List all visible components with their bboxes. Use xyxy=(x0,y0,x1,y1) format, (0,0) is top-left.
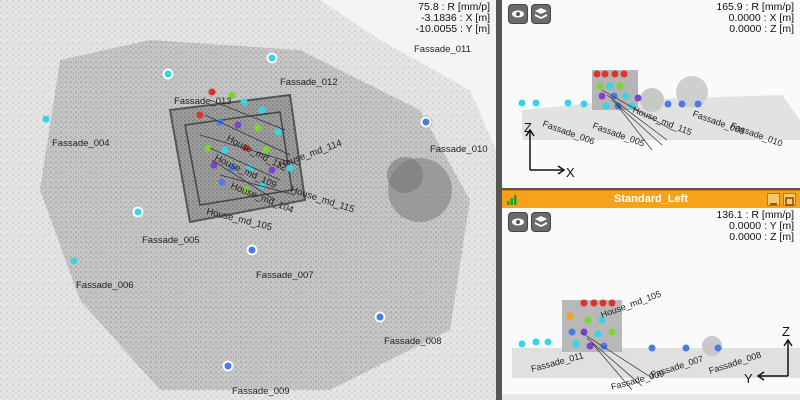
label-fassade-007: Fassade_007 xyxy=(256,270,314,281)
layers-button[interactable] xyxy=(531,212,551,232)
axis-z-label: Z xyxy=(782,324,790,339)
label-fassade-006: Fassade_006 xyxy=(76,280,134,291)
axis-y-label: Y xyxy=(744,371,753,386)
left-view-pane[interactable]: House_md_105 Fassade_011 Fassade_008 Fas… xyxy=(502,208,800,400)
top-view-pane[interactable]: Fassade_011 Fassade_012 Fassade_013 Fass… xyxy=(0,0,496,400)
front-view-readout: 165.9 : R [mm/p] 0.0000 : X [m] 0.0000 :… xyxy=(716,2,794,35)
maximize-icon xyxy=(785,197,794,206)
y-coordinate-readout: -10.0055 : Y [m] xyxy=(415,23,490,35)
maximize-button[interactable] xyxy=(783,193,796,206)
minimize-icon xyxy=(770,203,777,205)
label-fassade-009: Fassade_009 xyxy=(232,386,290,397)
front-view-pane[interactable]: Fassade_006 Fassade_005 Fassade_008 Fass… xyxy=(502,0,800,188)
label-fassade-004: Fassade_004 xyxy=(52,138,110,149)
label-fassade-011: Fassade_011 xyxy=(414,44,471,55)
horizontal-scrollbar[interactable] xyxy=(502,394,800,400)
minimize-button[interactable] xyxy=(767,193,780,206)
z-coordinate-readout: 0.0000 : Z [m] xyxy=(729,231,794,243)
layers-button[interactable] xyxy=(531,4,551,24)
label-fassade-010: Fassade_010 xyxy=(430,144,488,155)
left-view-titlebar[interactable]: Standard_Left xyxy=(502,190,800,209)
eye-icon xyxy=(512,218,524,226)
label-fassade-013: Fassade_013 xyxy=(174,96,232,107)
layers-icon xyxy=(535,8,547,19)
z-coordinate-readout: 0.0000 : Z [m] xyxy=(729,23,794,35)
label-fassade-005: Fassade_005 xyxy=(142,235,200,246)
view-title: Standard_Left xyxy=(614,193,688,205)
layers-icon xyxy=(535,216,547,227)
visibility-button[interactable] xyxy=(508,4,528,24)
top-view-readout: 75.8 : R [mm/p] -3.1836 : X [m] -10.0055… xyxy=(416,2,490,35)
axis-z-label: Z xyxy=(524,120,532,135)
label-fassade-012: Fassade_012 xyxy=(280,77,338,88)
label-fassade-008: Fassade_008 xyxy=(384,336,442,347)
visibility-button[interactable] xyxy=(508,212,528,232)
axis-x-label: X xyxy=(566,165,575,180)
left-view-readout: 136.1 : R [mm/p] 0.0000 : Y [m] 0.0000 :… xyxy=(716,210,794,243)
point-cloud-top-view[interactable]: Fassade_011 Fassade_012 Fassade_013 Fass… xyxy=(0,0,496,400)
eye-icon xyxy=(512,10,524,18)
